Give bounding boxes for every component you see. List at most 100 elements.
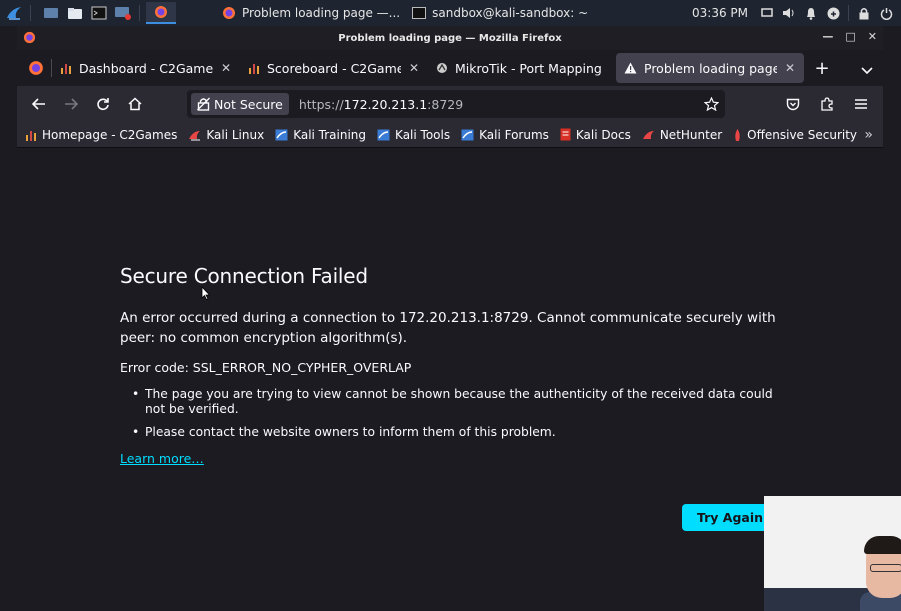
- file-manager-icon[interactable]: [65, 4, 85, 22]
- bookmark-nethunter[interactable]: NetHunter: [642, 128, 722, 142]
- bookmark-label: Kali Linux: [206, 127, 265, 142]
- kali-dragon-icon: [189, 130, 201, 140]
- tab-label: Scoreboard - C2Games: [267, 60, 401, 76]
- bookmark-label: Kali Forums: [479, 127, 549, 142]
- bookmark-kali-training[interactable]: Kali Training: [275, 128, 366, 142]
- bookmark-label: Homepage - C2Games: [42, 127, 178, 142]
- back-button[interactable]: [25, 90, 53, 118]
- tab-close-icon[interactable]: ✕: [220, 61, 232, 75]
- webcam-overlay: [764, 496, 901, 611]
- warning-icon: [624, 62, 637, 74]
- list-item: The page you are trying to view cannot b…: [132, 387, 790, 417]
- system-tray: 03:36 PM: [692, 0, 901, 26]
- tab-dashboard[interactable]: Dashboard - C2Games ✕: [52, 53, 240, 83]
- firefox-icon: [23, 31, 36, 44]
- window-titlebar: Problem loading page — Mozilla Firefox —…: [17, 26, 883, 50]
- forward-button[interactable]: [57, 90, 85, 118]
- arrow-left-icon: [32, 98, 45, 110]
- tab-scoreboard[interactable]: Scoreboard - C2Games ✕: [240, 53, 428, 83]
- tab-close-icon[interactable]: ✕: [408, 61, 420, 75]
- learn-more-link[interactable]: Learn more…: [120, 451, 204, 466]
- pocket-icon: [786, 98, 800, 110]
- tab-label: Problem loading page: [644, 60, 777, 76]
- url-prefix: https://: [298, 96, 344, 112]
- list-all-tabs-button[interactable]: [861, 60, 873, 79]
- taskbar-app-firefox[interactable]: Problem loading page —...: [216, 2, 406, 24]
- minimize-icon[interactable]: —: [822, 30, 833, 43]
- bookmark-kali-tools[interactable]: Kali Tools: [377, 128, 450, 142]
- kali-training-icon: [275, 129, 288, 140]
- lock-icon[interactable]: [857, 6, 871, 20]
- url-bar[interactable]: Not Secure https://172.20.213.1:8729: [187, 90, 725, 118]
- kali-docs-icon: [560, 128, 571, 141]
- firefox-icon: [223, 7, 235, 19]
- screen-recorder-icon[interactable]: [113, 4, 133, 22]
- chevron-down-icon: [861, 67, 873, 75]
- bookmark-label: NetHunter: [659, 127, 723, 142]
- taskbar-separator: [139, 5, 140, 21]
- notification-bell-icon[interactable]: [804, 6, 818, 20]
- clock[interactable]: 03:36 PM: [692, 6, 748, 20]
- update-icon[interactable]: [826, 6, 840, 20]
- chart-icon: [26, 130, 36, 141]
- terminal-icon[interactable]: [89, 4, 109, 22]
- firefox-icon: [155, 6, 167, 18]
- volume-icon[interactable]: [782, 6, 796, 20]
- maximize-icon[interactable]: □: [845, 30, 855, 43]
- tab-close-icon[interactable]: ✕: [784, 61, 796, 75]
- error-title: Secure Connection Failed: [120, 264, 368, 288]
- navigation-toolbar: Not Secure https://172.20.213.1:8729: [17, 86, 883, 122]
- power-icon[interactable]: [879, 6, 893, 20]
- taskbar-firefox-launcher[interactable]: [146, 2, 176, 24]
- home-button[interactable]: [121, 90, 149, 118]
- window-title: Problem loading page — Mozilla Firefox: [338, 32, 562, 44]
- reload-button[interactable]: [89, 90, 117, 118]
- taskbar-app-label: sandbox@kali-sandbox: ~: [432, 6, 589, 20]
- bookmarks-toolbar: Homepage - C2Games Kali Linux Kali Train…: [17, 122, 883, 148]
- error-hints-list: The page you are trying to view cannot b…: [120, 387, 790, 440]
- bookmark-kali-docs[interactable]: Kali Docs: [560, 128, 631, 142]
- display-icon[interactable]: [760, 6, 774, 20]
- firefox-view-button[interactable]: [21, 60, 51, 76]
- bookmark-star-icon[interactable]: [703, 96, 720, 115]
- firefox-window: Problem loading page — Mozilla Firefox —…: [17, 26, 883, 611]
- tab-problem-loading[interactable]: Problem loading page ✕: [616, 53, 804, 83]
- extensions-button[interactable]: [813, 90, 841, 118]
- kali-menu-icon[interactable]: [4, 4, 24, 22]
- bookmark-offensive-security[interactable]: Offensive Security: [733, 128, 857, 142]
- error-description: An error occurred during a connection to…: [120, 310, 776, 346]
- bookmark-label: Kali Docs: [575, 127, 631, 142]
- tray-separator: [848, 5, 849, 21]
- offensive-security-icon: [735, 128, 740, 141]
- bookmark-kali-linux[interactable]: Kali Linux: [188, 128, 264, 142]
- mouse-cursor-icon: [201, 286, 211, 300]
- tab-mikrotik[interactable]: MikroTik - Port Mapping: [428, 53, 616, 83]
- not-secure-indicator[interactable]: Not Secure: [191, 93, 289, 115]
- terminal-icon: [412, 7, 427, 19]
- hamburger-menu-icon: [855, 99, 867, 109]
- puzzle-icon: [821, 97, 833, 111]
- tab-label: MikroTik - Port Mapping: [455, 60, 602, 76]
- mikrotik-icon: [437, 63, 447, 73]
- taskbar-app-terminal[interactable]: sandbox@kali-sandbox: ~: [406, 2, 594, 24]
- taskbar-app-label: Problem loading page —...: [242, 6, 401, 20]
- reload-icon: [97, 98, 109, 111]
- workspace-icon[interactable]: [41, 4, 61, 22]
- pocket-button[interactable]: [779, 90, 807, 118]
- bookmark-label: Kali Tools: [395, 127, 451, 142]
- kali-forums-icon: [461, 129, 474, 140]
- webcam-person-hair: [864, 536, 901, 554]
- bookmark-homepage-c2games[interactable]: Homepage - C2Games: [25, 128, 177, 142]
- close-icon[interactable]: ✕: [868, 30, 877, 43]
- window-controls: — □ ✕: [822, 30, 877, 43]
- new-tab-button[interactable]: +: [808, 58, 836, 79]
- bookmarks-overflow-chevron-icon[interactable]: »: [864, 127, 873, 143]
- app-menu-button[interactable]: [847, 90, 875, 118]
- bookmark-kali-forums[interactable]: Kali Forums: [461, 128, 549, 142]
- security-label: Not Secure: [214, 96, 283, 112]
- url-text[interactable]: https://172.20.213.1:8729: [299, 97, 463, 112]
- firefox-icon: [29, 61, 43, 75]
- bookmark-label: Offensive Security: [747, 127, 858, 142]
- nethunter-icon: [642, 130, 654, 139]
- taskbar-separator: [30, 5, 31, 21]
